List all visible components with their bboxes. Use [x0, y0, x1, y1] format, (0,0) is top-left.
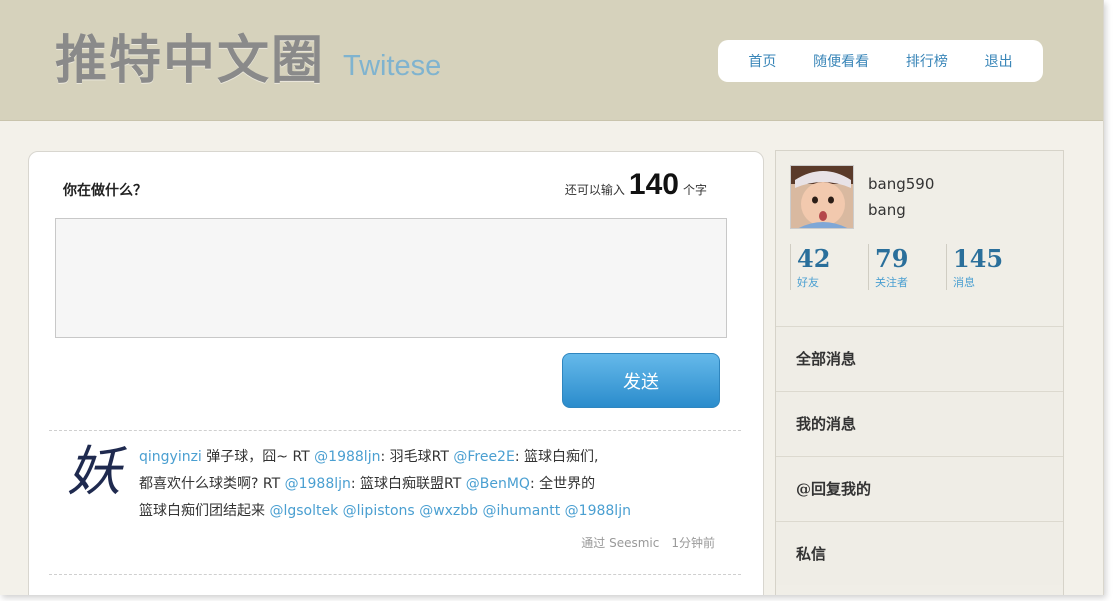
status-prompt: 你在做什么？ [63, 183, 147, 199]
stat-friends[interactable]: 42 好友 [790, 244, 830, 290]
menu-replies[interactable]: @回复我的 [776, 456, 1063, 520]
mention-link[interactable]: @Free2E [453, 449, 514, 465]
profile-photo[interactable] [790, 165, 854, 229]
tweet-text-segment: 都喜欢什么球类啊? RT [139, 476, 285, 492]
stat-messages[interactable]: 145 消息 [946, 244, 1003, 290]
stat-label: 好友 [797, 276, 819, 289]
divider [49, 430, 741, 431]
stat-label: 消息 [953, 276, 975, 289]
tweet-text-segment: : 羽毛球RT [380, 449, 454, 465]
nav-ranking[interactable]: 排行榜 [906, 51, 948, 71]
mention-link[interactable]: @lipistons [343, 503, 415, 519]
tweet-username[interactable]: qingyinzi [139, 449, 202, 465]
menu-my-messages[interactable]: 我的消息 [776, 391, 1063, 455]
mention-link[interactable]: @BenMQ [466, 476, 530, 492]
stat-value: 79 [875, 244, 909, 273]
status-input[interactable] [55, 218, 727, 338]
stat-label: 关注者 [875, 276, 908, 289]
mention-link[interactable]: @1988ljn [285, 476, 351, 492]
sidebar: bang590 bang 42 好友 79 关注者 145 消息 全部消息 我的… [775, 150, 1064, 595]
profile-screen-name[interactable]: bang590 [868, 175, 934, 193]
main-panel: 你在做什么？ 还可以输入 140 个字 发送 妖 qingyinzi 弹子球，囧… [28, 151, 764, 595]
nav-browse[interactable]: 随便看看 [813, 51, 869, 71]
mention-link[interactable]: @1988ljn [314, 449, 380, 465]
char-counter: 还可以输入 140 个字 [565, 168, 707, 202]
tweet-meta: 通过 Seesmic 1分钟前 [581, 536, 715, 550]
tweet-text-segment: 弹子球，囧~ RT [201, 449, 315, 465]
stat-value: 145 [953, 244, 1004, 273]
baby-photo-icon [791, 166, 853, 228]
nav-logout[interactable]: 退出 [985, 51, 1013, 71]
tweet-text-segment: : 篮球白痴联盟RT [350, 476, 466, 492]
header: 推特中文圈 Twitese 首页 随便看看 排行榜 退出 [0, 0, 1103, 121]
stat-value: 42 [797, 244, 831, 273]
stat-followers[interactable]: 79 关注者 [868, 244, 908, 290]
logo-cn[interactable]: 推特中文圈 [55, 18, 325, 93]
send-button[interactable]: 发送 [562, 353, 720, 408]
tweet-text-segment: 篮球白痴们团结起来 [139, 503, 270, 519]
logo-en[interactable]: Twitese [343, 50, 441, 83]
mention-link[interactable]: @ihumantt [483, 503, 561, 519]
mention-link[interactable]: @wxzbb [419, 503, 478, 519]
menu-all-messages[interactable]: 全部消息 [776, 326, 1063, 390]
counter-number: 140 [628, 168, 679, 201]
tweet-avatar[interactable]: 妖 [59, 440, 129, 504]
mention-link[interactable]: @lgsoltek [269, 503, 338, 519]
divider [49, 574, 741, 575]
tweet-text: qingyinzi 弹子球，囧~ RT @1988ljn: 羽毛球RT @Fre… [139, 444, 739, 525]
app-frame: 推特中文圈 Twitese 首页 随便看看 排行榜 退出 你在做什么？ 还可以输… [0, 0, 1104, 595]
counter-prefix: 还可以输入 [564, 183, 625, 197]
tweet-text-segment: : 篮球白痴们, [514, 449, 599, 465]
top-nav: 首页 随便看看 排行榜 退出 [718, 40, 1043, 82]
mention-link[interactable]: @1988ljn [565, 503, 631, 519]
profile-name: bang [868, 201, 906, 219]
nav-home[interactable]: 首页 [748, 51, 776, 71]
tweet-text-segment: : 全世界的 [529, 476, 596, 492]
menu-direct-messages[interactable]: 私信 [776, 521, 1063, 585]
counter-suffix: 个字 [682, 183, 707, 197]
